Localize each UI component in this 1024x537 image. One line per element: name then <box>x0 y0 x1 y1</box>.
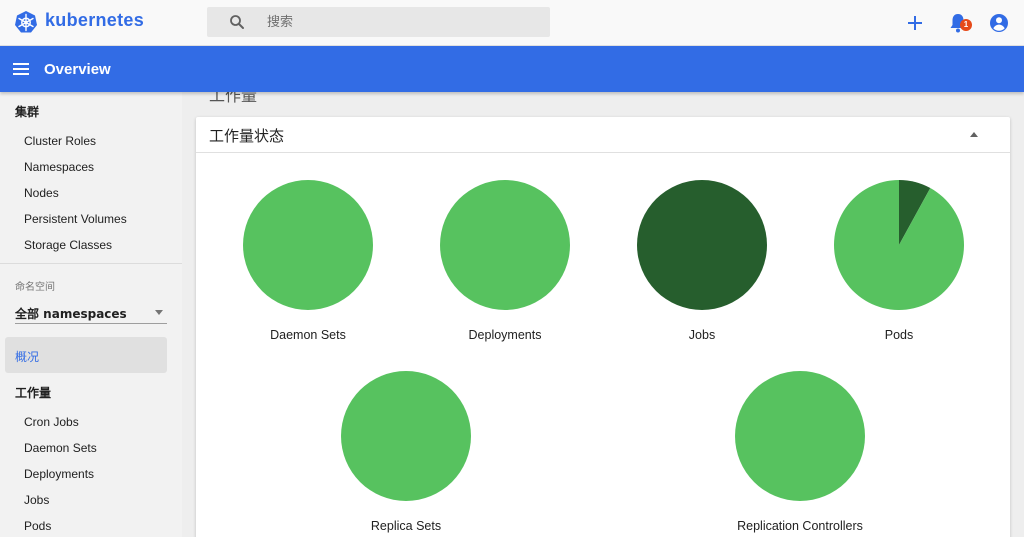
app-bar: Overview <box>0 46 1024 92</box>
workload-status-card: 工作量状态 Daemon Sets Deployments Jobs Pods Repl… <box>196 117 1010 537</box>
page-title: Overview <box>44 61 111 78</box>
replica-sets-chart-label: Replica Sets <box>370 519 442 533</box>
sidebar-item-jobs[interactable]: Jobs <box>24 493 49 507</box>
main-content: 工作量 工作量状态 Daemon Sets Deployments Jobs Pods… <box>182 92 1024 537</box>
sidebar-item-overview[interactable]: 概况 <box>5 337 167 373</box>
replication-controllers-pie-chart[interactable] <box>735 371 865 501</box>
pods-running-slice <box>834 180 964 310</box>
daemon-sets-chart-label: Daemon Sets <box>270 328 346 342</box>
workloads-heading[interactable]: 工作量 <box>15 384 51 401</box>
notification-badge: 1 <box>960 19 972 31</box>
account-icon[interactable] <box>987 11 1011 35</box>
search-input[interactable] <box>267 12 537 32</box>
namespace-value: 全部 namespaces <box>15 307 127 321</box>
daemon-sets-running-slice <box>243 180 373 310</box>
sidebar-item-deployments[interactable]: Deployments <box>24 467 94 481</box>
namespace-selector[interactable]: 全部 namespaces <box>15 302 167 324</box>
chevron-down-icon <box>155 310 163 315</box>
sidebar-item-namespaces[interactable]: Namespaces <box>24 160 94 174</box>
sidebar-item-daemon-sets[interactable]: Daemon Sets <box>24 441 97 455</box>
sidebar-item-cluster-roles[interactable]: Cluster Roles <box>24 134 96 148</box>
card-title: 工作量状态 <box>209 127 285 145</box>
top-bar: kubernetes 1 <box>0 0 1024 46</box>
sidebar: 集群 Cluster Roles Namespaces Nodes Persis… <box>0 92 182 537</box>
replication-controllers-running-slice <box>735 371 865 501</box>
menu-icon[interactable] <box>12 60 30 78</box>
kubernetes-logo-icon[interactable] <box>14 10 38 34</box>
plus-icon[interactable] <box>903 11 927 35</box>
sidebar-item-pods[interactable]: Pods <box>24 519 51 533</box>
sidebar-item-storage-classes[interactable]: Storage Classes <box>24 238 112 252</box>
jobs-chart-label: Jobs <box>688 328 716 342</box>
replica-sets-pie-chart[interactable] <box>341 371 471 501</box>
search-icon <box>230 15 244 29</box>
chevron-up-icon[interactable] <box>970 132 978 137</box>
pods-pie-chart[interactable] <box>834 180 964 310</box>
jobs-succeeded-slice <box>637 180 767 310</box>
deployments-chart-label: Deployments <box>468 328 542 342</box>
namespace-label: 命名空间 <box>15 282 55 293</box>
notifications-button[interactable]: 1 <box>946 11 972 35</box>
sidebar-item-persistent-volumes[interactable]: Persistent Volumes <box>24 212 127 226</box>
sidebar-item-nodes[interactable]: Nodes <box>24 186 59 200</box>
sidebar-item-cron-jobs[interactable]: Cron Jobs <box>24 415 79 429</box>
section-heading: 工作量 <box>209 92 258 105</box>
cluster-heading[interactable]: 集群 <box>15 103 39 120</box>
sidebar-divider <box>0 263 182 264</box>
pods-chart-label: Pods <box>884 328 914 342</box>
search-box[interactable] <box>207 7 550 37</box>
daemon-sets-pie-chart[interactable] <box>243 180 373 310</box>
replica-sets-running-slice <box>341 371 471 501</box>
deployments-running-slice <box>440 180 570 310</box>
card-header[interactable]: 工作量状态 <box>196 117 1010 153</box>
jobs-pie-chart[interactable] <box>637 180 767 310</box>
sidebar-item-label: 概况 <box>15 350 40 364</box>
deployments-pie-chart[interactable] <box>440 180 570 310</box>
brand-name[interactable]: kubernetes <box>45 10 144 31</box>
replication-controllers-chart-label: Replication Controllers <box>737 519 863 533</box>
